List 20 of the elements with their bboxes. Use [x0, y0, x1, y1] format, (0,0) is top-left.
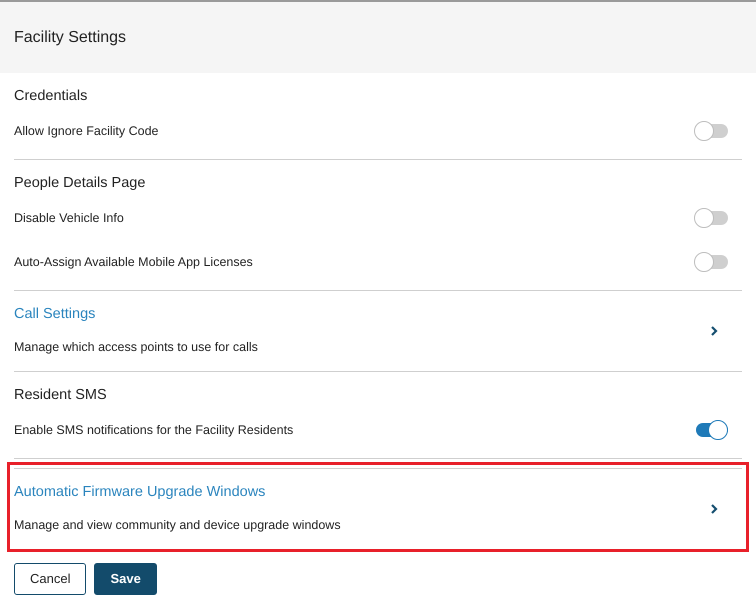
section-description: Manage and view community and device upgrade windows	[14, 516, 341, 534]
setting-label: Allow Ignore Facility Code	[14, 122, 159, 140]
section-link[interactable]: Call Settings	[14, 303, 258, 327]
section-description: Manage which access points to use for calls	[14, 338, 258, 356]
section-title: Credentials	[14, 87, 88, 106]
chevron-right-icon[interactable]	[710, 503, 718, 515]
chevron-right-icon[interactable]	[710, 325, 718, 337]
dialog-title: Facility Settings	[14, 28, 126, 48]
toggle-switch[interactable]	[694, 252, 728, 272]
cancel-button[interactable]: Cancel	[14, 563, 86, 595]
setting-label: Enable SMS notifications for the Facility Residents	[14, 422, 294, 439]
toggle-switch[interactable]	[694, 208, 728, 228]
setting-label: Disable Vehicle Info	[14, 210, 124, 227]
setting-label: Auto-Assign Available Mobile App Licenses	[14, 254, 253, 271]
save-button[interactable]: Save	[94, 563, 157, 595]
section-title: Resident SMS	[14, 386, 108, 406]
toggle-switch[interactable]	[694, 121, 728, 141]
section-link[interactable]: Automatic Firmware Upgrade Windows	[14, 481, 341, 505]
section-title: People Details Page	[14, 174, 146, 194]
toggle-switch[interactable]	[694, 420, 728, 440]
